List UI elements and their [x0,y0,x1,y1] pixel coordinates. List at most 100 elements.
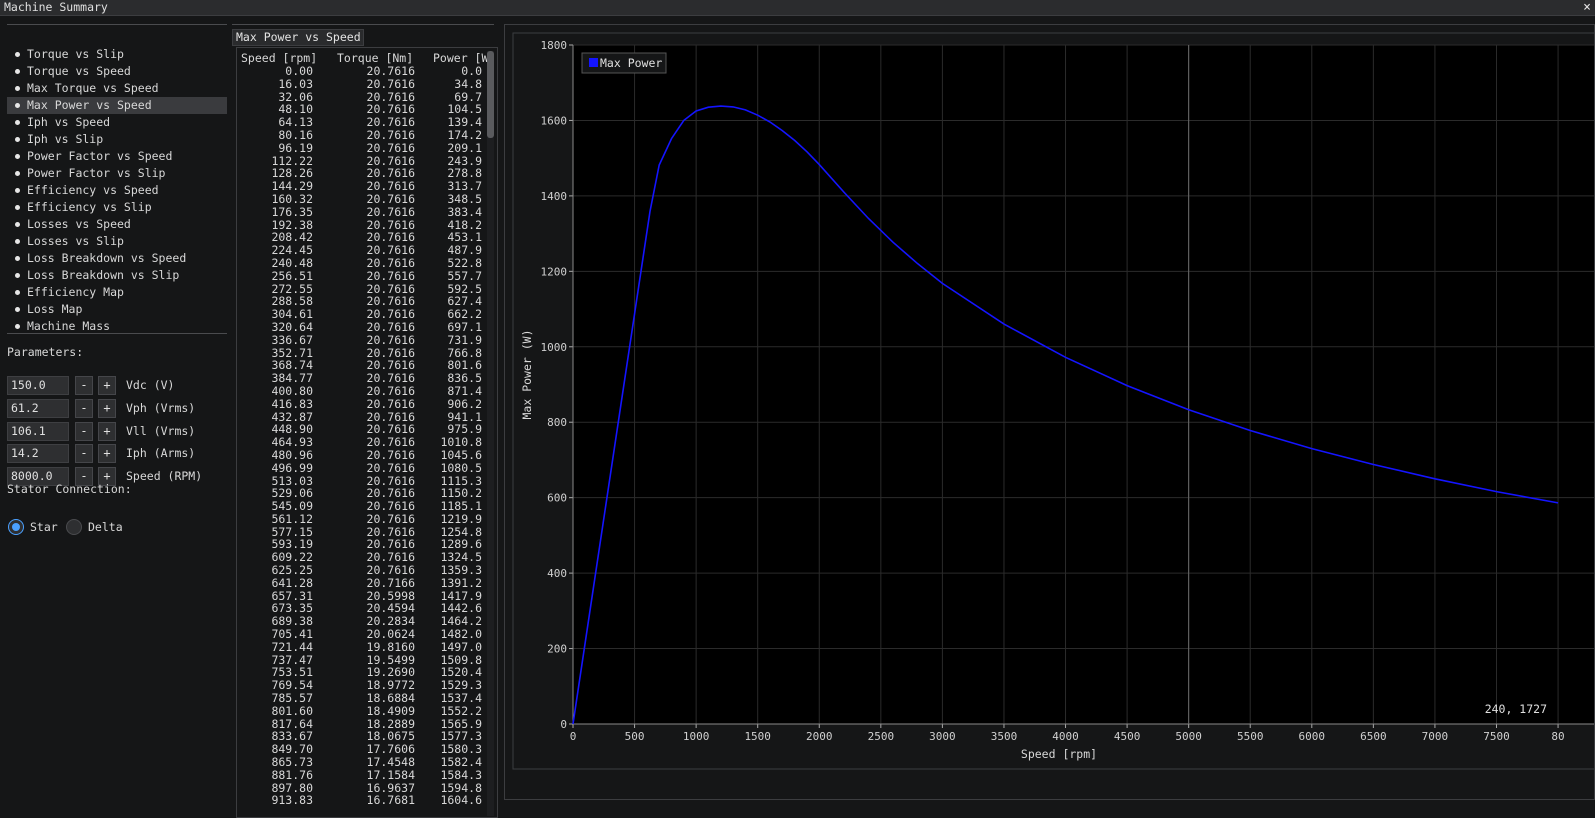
cell-power: 871.4 [447,383,482,398]
y-tick-label: 800 [547,416,567,429]
y-tick-label: 400 [547,567,567,580]
cell-torque: 20.7616 [366,511,415,526]
plot-list-item[interactable]: Efficiency Map [7,284,227,301]
decrement-button[interactable]: - [75,376,93,395]
cell-torque: 20.7616 [366,447,415,462]
cell-torque: 16.7681 [366,793,415,808]
plot-area[interactable] [573,45,1594,724]
parameter-value-input[interactable]: 61.2 [7,399,69,418]
plot-list-item[interactable]: Iph vs Speed [7,114,227,131]
plot-list-item[interactable]: Losses vs Slip [7,233,227,250]
divider [7,24,227,25]
y-tick-label: 200 [547,643,567,656]
plot-list-item[interactable]: Efficiency vs Slip [7,199,227,216]
plot-list-item[interactable]: Efficiency vs Speed [7,182,227,199]
plot-list-item-label: Torque vs Slip [27,47,124,61]
radio-star[interactable] [8,519,24,535]
parameter-label: Iph (Arms) [126,446,196,460]
bullet-icon [15,256,20,261]
plot-list-item[interactable]: Iph vs Slip [7,131,227,148]
bullet-icon [15,222,20,227]
cell-power: 348.5 [447,191,482,206]
parameter-label: Vdc (V) [126,378,175,392]
decrement-button[interactable]: - [75,422,93,441]
table-scrollbar[interactable] [487,51,494,816]
bullet-icon [15,273,20,278]
data-table-panel: Max Power vs Speed Speed [rpm] Torque [N… [232,24,498,818]
increment-button[interactable]: + [98,444,116,463]
increment-button[interactable]: + [98,376,116,395]
divider [7,333,227,334]
plot-list-item[interactable]: Torque vs Speed [7,63,227,80]
parameter-value-input[interactable]: 106.1 [7,422,69,441]
y-tick-label: 1200 [541,265,568,278]
increment-button[interactable]: + [98,422,116,441]
x-tick-label: 3500 [991,730,1018,743]
column-header-speed: Speed [rpm] [241,51,318,65]
scrollbar-thumb[interactable] [487,51,494,138]
max-power-chart[interactable]: 0 500 1000 1500 2000 2500 3000 3500 4000 4500 5000… [505,25,1594,799]
table-row: 785.57 18.6884 1537.4 [237,692,484,705]
cell-speed: 96.19 [278,140,313,155]
parameter-value-input[interactable]: 14.2 [7,444,69,463]
cell-power: 557.7 [447,268,482,283]
data-table: Speed [rpm] Torque [Nm] Power [W] 0.00 20… [236,47,498,818]
plot-panel: 0 500 1000 1500 2000 2500 3000 3500 4000 4500 5000… [504,24,1595,800]
x-tick-label: 4500 [1114,730,1141,743]
plot-list-item[interactable]: Loss Breakdown vs Slip [7,267,227,284]
bullet-icon [15,154,20,159]
cell-speed: 336.67 [271,332,313,347]
cell-power: 1552.2 [440,703,482,718]
plot-list-item-label: Loss Breakdown vs Slip [27,268,180,282]
plot-list-item[interactable]: Max Power vs Speed [7,97,227,114]
bullet-icon [15,52,20,57]
increment-button[interactable]: + [98,399,116,418]
y-tick-label: 1000 [541,341,568,354]
table-row: 545.09 20.7616 1185.1 [237,500,484,513]
decrement-button[interactable]: - [75,444,93,463]
table-row: 96.19 20.7616 209.1 [237,140,484,155]
cell-power: 1045.6 [440,447,482,462]
cell-torque: 20.0624 [366,627,415,642]
bullet-icon [15,239,20,244]
plot-list-item[interactable]: Torque vs Slip [7,46,227,63]
plot-list-item[interactable]: Max Torque vs Speed [7,80,227,97]
tab-max-power-vs-speed[interactable]: Max Power vs Speed [232,29,364,46]
cell-torque: 20.7616 [366,191,415,206]
plot-list-item[interactable]: Loss Map [7,301,227,318]
table-row: 80.16 20.7616 174.2 [237,129,484,142]
cell-power: 1482.0 [440,627,482,642]
plot-list-item-label: Power Factor vs Slip [27,166,166,180]
x-tick-label: 80 [1551,730,1564,743]
column-header-power: Power [W] [433,51,493,65]
cell-speed: 641.28 [271,575,313,590]
cell-torque: 20.7616 [366,396,415,411]
cell-power: 1582.4 [440,755,482,770]
close-icon[interactable]: × [1583,0,1591,15]
plot-list-item[interactable]: Losses vs Speed [7,216,227,233]
cell-torque: 20.7616 [366,127,415,142]
plot-list-item[interactable]: Loss Breakdown vs Speed [7,250,227,267]
cell-torque: 20.7616 [366,64,415,78]
plot-list-item[interactable]: Power Factor vs Slip [7,165,227,182]
table-row: 240.48 20.7616 522.8 [237,257,484,270]
parameters-label: Parameters: [7,345,84,359]
table-row: 320.64 20.7616 697.1 [237,321,484,334]
plot-list-item[interactable]: Power Factor vs Speed [7,148,227,165]
decrement-button[interactable]: - [75,399,93,418]
radio-delta[interactable] [66,519,82,535]
cell-speed: 721.44 [271,639,313,654]
bullet-icon [15,307,20,312]
plot-list-item-label: Iph vs Slip [27,132,104,146]
cursor-readout: 240, 1727 [1485,702,1547,716]
cell-speed: 320.64 [271,319,313,334]
x-tick-label: 7000 [1422,730,1449,743]
legend-label: Max Power [600,56,662,70]
table-row: 865.73 17.4548 1582.4 [237,756,484,769]
cell-torque: 20.7616 [366,383,415,398]
parameter-value-input[interactable]: 150.0 [7,376,69,395]
table-header: Speed [rpm] Torque [Nm] Power [W] [237,51,493,65]
cell-speed: 480.96 [271,447,313,462]
cell-speed: 0.00 [285,64,313,78]
bullet-icon [15,205,20,210]
